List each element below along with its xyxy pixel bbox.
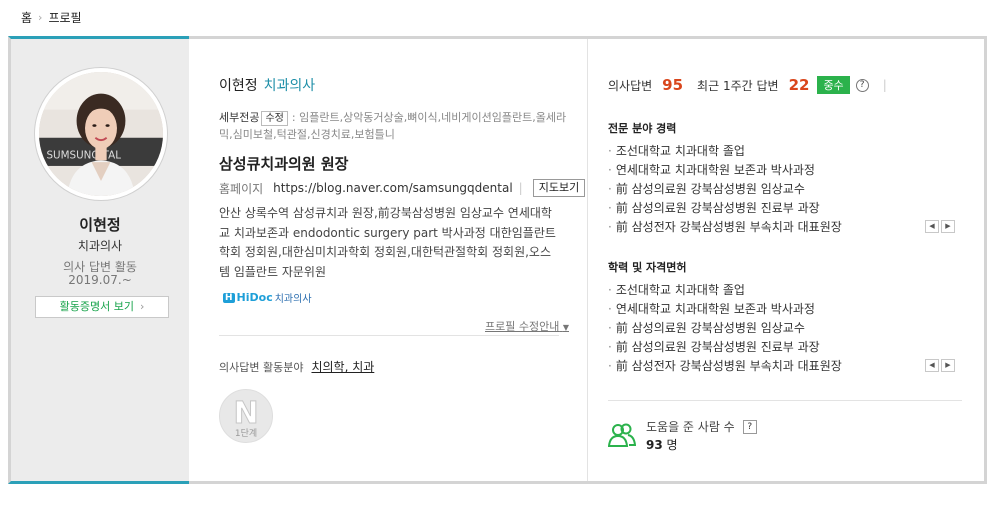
profile-card: SUMSUNG TAL 이현정 치과의사 의사 답변 활동 2019.07.~ … [8, 36, 987, 484]
chevron-right-icon: › [38, 11, 43, 24]
answers-count: 95 [662, 76, 684, 94]
doctor-photo: SUMSUNG TAL [39, 72, 163, 196]
activity-field: 의사답변 활동분야 치의학, 치과 [219, 358, 374, 375]
breadcrumb: 홈 › 프로필 [21, 9, 82, 26]
divider: | [518, 181, 523, 195]
doctor-name: 이현정 [79, 216, 121, 234]
people-icon [608, 423, 636, 447]
level-badge: N 1단계 [219, 389, 273, 443]
list-item: 前 삼성의료원 강북삼성병원 임상교수 [608, 319, 908, 338]
list-item: 前 삼성의료원 강북삼성병원 진료부 과장 [608, 338, 908, 357]
specialty-edit-button[interactable]: 수정 [261, 111, 288, 126]
avatar: SUMSUNG TAL [35, 68, 167, 200]
education-title: 학력 및 자격면허 [608, 261, 687, 274]
clinic-name: 삼성큐치과의원 원장 [219, 155, 349, 173]
map-button[interactable]: 지도보기 [532, 179, 586, 197]
level-text: 1단계 [234, 429, 258, 439]
breadcrumb-home[interactable]: 홈 [21, 9, 32, 26]
edit-guide-label: 프로필 수정안내 [485, 320, 560, 333]
next-arrow-icon[interactable]: ▶ [941, 220, 955, 233]
avatar-wall-text: SUMSUNG TAL [47, 149, 122, 161]
homepage-row: 홈페이지 https://blog.naver.com/samsungqdent… [219, 179, 586, 197]
divider: | [882, 78, 887, 92]
education-pager: ◀ ▶ [925, 359, 955, 372]
career-pager: ◀ ▶ [925, 220, 955, 233]
help-icon[interactable]: ? [742, 419, 757, 434]
helped-label-row: 도움을 준 사람 수 ? [646, 418, 757, 435]
education-list: 조선대학교 치과대학 졸업 연세대학교 치과대학원 보존과 박사과정 前 삼성의… [608, 281, 908, 376]
hidoc-brand: HiDoc [236, 291, 273, 304]
next-arrow-icon[interactable]: ▶ [941, 359, 955, 372]
card-bottom-border [189, 481, 987, 484]
profile-edit-guide-link[interactable]: 프로필 수정안내 ▼ [485, 318, 569, 334]
helped-label: 도움을 준 사람 수 [646, 420, 735, 434]
activity-field-label: 의사답변 활동분야 [219, 361, 304, 374]
list-item: 연세대학교 치과대학원 보존과 박사과정 [608, 161, 908, 180]
helped-unit: 명 [666, 438, 678, 452]
specialty: 세부전공 수정: 임플란트,상악동거상술,뼈이식,네비게이션임플란트,올세라믹,심… [219, 109, 569, 143]
profile-detail: 이현정 치과의사 세부전공 수정: 임플란트,상악동거상술,뼈이식,네비게이션임플란… [189, 39, 587, 481]
grade-badge: 중수 [817, 76, 850, 94]
career-list: 조선대학교 치과대학 졸업 연세대학교 치과대학원 보존과 박사과정 前 삼성의… [608, 142, 908, 237]
certificate-button-label: 활동증명서 보기 [59, 300, 134, 313]
recent-answers-count: 22 [788, 76, 810, 94]
certificate-button[interactable]: 활동증명서 보기 › [35, 296, 169, 318]
prev-arrow-icon[interactable]: ◀ [925, 220, 939, 233]
list-item: 前 삼성전자 강북삼성병원 부속치과 대표원장 [608, 357, 908, 376]
recent-answers-label: 최근 1주간 답변 [697, 78, 779, 93]
activity-field-link[interactable]: 치의학, 치과 [311, 358, 374, 375]
divider [219, 335, 559, 336]
list-item: 前 삼성의료원 강북삼성병원 진료부 과장 [608, 199, 908, 218]
list-item: 조선대학교 치과대학 졸업 [608, 281, 908, 300]
prev-arrow-icon[interactable]: ◀ [925, 359, 939, 372]
chevron-right-icon: › [139, 300, 145, 313]
help-icon[interactable]: ? [855, 78, 869, 92]
list-item: 연세대학교 치과대학원 보존과 박사과정 [608, 300, 908, 319]
helped-count: 93 [646, 438, 663, 452]
answers-label: 의사답변 [608, 78, 653, 93]
detail-title: 이현정 치과의사 [219, 75, 315, 95]
profile-sidebar: SUMSUNG TAL 이현정 치과의사 의사 답변 활동 2019.07.~ … [11, 39, 189, 481]
list-item: 前 삼성의료원 강북삼성병원 임상교수 [608, 180, 908, 199]
detail-name: 이현정 [219, 78, 258, 94]
list-item: 前 삼성전자 강북삼성병원 부속치과 대표원장 [608, 218, 908, 237]
career-title: 전문 분야 경력 [608, 122, 677, 135]
detail-role: 치과의사 [263, 78, 316, 94]
doctor-role: 치과의사 [77, 239, 123, 253]
hidoc-sub: 치과의사 [274, 294, 312, 305]
homepage-label: 홈페이지 [219, 181, 264, 196]
profile-stats: 의사답변 95 최근 1주간 답변 22 중수 ? | 전문 분야 경력 조선대… [588, 39, 986, 481]
doctor-bio: 안산 상록수역 삼성큐치과 원장,前강북삼성병원 임상교수 연세대학교 치과보존… [219, 206, 556, 279]
answer-stats: 의사답변 95 최근 1주간 답변 22 중수 ? | [608, 76, 887, 94]
hidoc-icon: H [223, 292, 235, 303]
homepage-link[interactable]: https://blog.naver.com/samsungqdental [273, 181, 513, 195]
caret-down-icon: ▼ [562, 323, 569, 332]
helped-count-row: 93 명 [646, 436, 678, 453]
breadcrumb-current: 프로필 [48, 11, 82, 25]
list-item: 조선대학교 치과대학 졸업 [608, 142, 908, 161]
activity-since: 2019.07.~ [68, 273, 132, 287]
hidoc-logo: H HiDoc 치과의사 [223, 290, 312, 305]
specialty-label: 세부전공 [219, 111, 260, 124]
divider [608, 400, 962, 401]
